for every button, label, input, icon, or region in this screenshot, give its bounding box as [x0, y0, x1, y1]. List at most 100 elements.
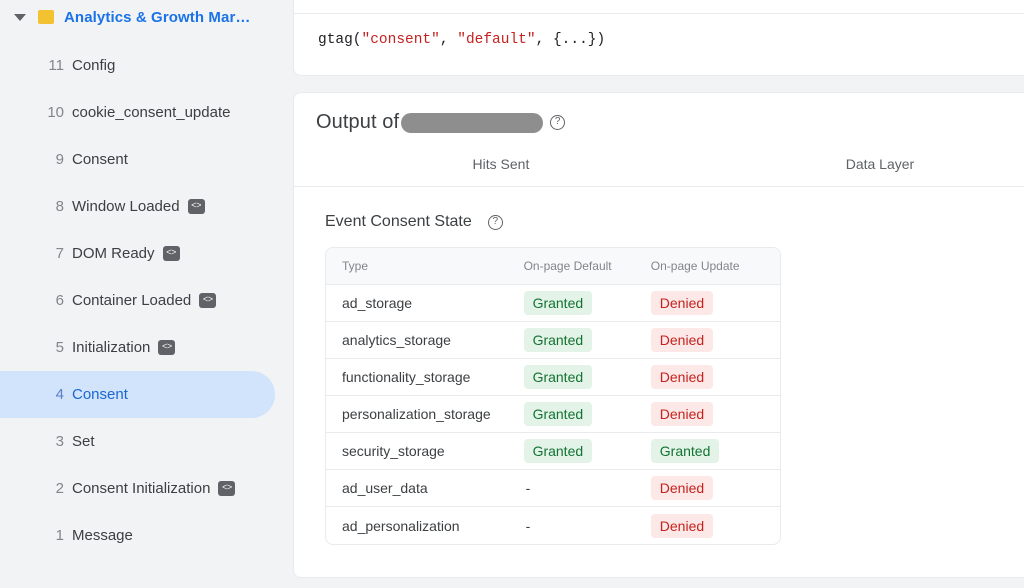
column-header-type: Type — [326, 248, 524, 285]
sidebar-item-container-loaded[interactable]: 6 Container Loaded <> — [0, 277, 290, 324]
status-badge: Granted — [524, 402, 593, 426]
event-consent-state-header: Event Consent State ? — [294, 187, 1024, 231]
cell-on-page-default: Granted — [524, 359, 651, 396]
cell-consent-type: ad_user_data — [326, 470, 524, 507]
column-header-on-page-default: On-page Default — [524, 248, 651, 285]
cell-on-page-default: - — [524, 470, 651, 507]
cell-on-page-update: Denied — [651, 396, 780, 433]
code-prefix: gtag( — [318, 32, 362, 48]
code-separator: , — [440, 32, 457, 48]
table-row: ad_storageGranted Denied — [326, 285, 780, 322]
container-header[interactable]: Analytics & Growth Mar… — [0, 0, 290, 34]
cell-on-page-default: Granted — [524, 322, 651, 359]
code-icon: <> — [218, 481, 235, 496]
output-card: Output of ? Hits Sent Data Layer Event C… — [293, 92, 1024, 578]
cell-on-page-default: Granted — [524, 396, 651, 433]
status-badge: Granted — [651, 439, 720, 463]
folder-icon — [38, 10, 54, 24]
step-number: 4 — [44, 386, 64, 403]
value-none: - — [524, 518, 531, 534]
step-label: DOM Ready — [72, 245, 155, 262]
step-number: 8 — [44, 198, 64, 215]
status-badge: Denied — [651, 402, 713, 426]
status-badge: Denied — [651, 365, 713, 389]
step-number: 6 — [44, 292, 64, 309]
step-label: Initialization — [72, 339, 150, 356]
step-label: cookie_consent_update — [72, 104, 230, 121]
cell-on-page-update: Denied — [651, 359, 780, 396]
step-label: Message — [72, 527, 133, 544]
code-icon: <> — [158, 340, 175, 355]
sidebar-item-cookie-consent-update[interactable]: 10cookie_consent_update — [0, 89, 290, 136]
step-label: Set — [72, 433, 95, 450]
cell-consent-type: personalization_storage — [326, 396, 524, 433]
consent-state-table: Type On-page Default On-page Update ad_s… — [325, 247, 781, 545]
cell-consent-type: analytics_storage — [326, 322, 524, 359]
sidebar-item-set[interactable]: 3 Set — [0, 418, 290, 465]
status-badge: Denied — [651, 476, 713, 500]
tab-data-layer[interactable]: Data Layer — [708, 146, 1024, 186]
value-none: - — [524, 480, 531, 496]
code-suffix: , {...}) — [536, 32, 606, 48]
cell-on-page-update: Denied — [651, 470, 780, 507]
help-icon[interactable]: ? — [488, 215, 503, 230]
step-label: Consent Initialization — [72, 480, 210, 497]
status-badge: Granted — [524, 291, 593, 315]
table-row: security_storageGrantedGranted — [326, 433, 780, 470]
step-number: 3 — [44, 433, 64, 450]
chevron-down-icon[interactable] — [14, 14, 26, 21]
column-header-on-page-update: On-page Update — [651, 248, 780, 285]
sidebar-item-initialization[interactable]: 5Initialization<> — [0, 324, 290, 371]
cell-consent-type: security_storage — [326, 433, 524, 470]
sidebar-item-dom-ready[interactable]: 7 DOM Ready <> — [0, 230, 290, 277]
cell-on-page-default: Granted — [524, 285, 651, 322]
step-number: 7 — [44, 245, 64, 262]
help-icon[interactable]: ? — [550, 115, 565, 130]
cell-on-page-update: Granted — [651, 433, 780, 470]
cell-consent-type: functionality_storage — [326, 359, 524, 396]
step-number: 1 — [44, 527, 64, 544]
sidebar-item-consent[interactable]: 9 Consent — [0, 136, 290, 183]
step-label: Consent — [72, 151, 128, 168]
step-label: Window Loaded — [72, 198, 180, 215]
status-badge: Granted — [524, 328, 593, 352]
cell-on-page-update: Denied — [651, 285, 780, 322]
sidebar-item-consent[interactable]: 4Consent — [0, 371, 275, 418]
step-number: 9 — [44, 151, 64, 168]
tab-hits-sent[interactable]: Hits Sent — [294, 146, 708, 186]
step-label: Config — [72, 57, 115, 74]
output-tabs: Hits Sent Data Layer — [294, 146, 1024, 187]
table-header: Type On-page Default On-page Update — [326, 248, 780, 285]
sidebar-item-message[interactable]: 1 Message — [0, 512, 290, 559]
step-number: 11 — [44, 57, 64, 74]
api-call-title: API Call — [294, 0, 1024, 13]
cell-on-page-update: Denied — [651, 507, 780, 544]
event-step-list: 11 Config 10cookie_consent_update 9 Consent 8… — [0, 42, 290, 559]
table-row: ad_user_data- Denied — [326, 470, 780, 507]
code-icon: <> — [199, 293, 216, 308]
code-icon: <> — [188, 199, 205, 214]
cell-consent-type: ad_storage — [326, 285, 524, 322]
output-header: Output of ? — [294, 93, 1024, 134]
sidebar-item-config[interactable]: 11 Config — [0, 42, 290, 89]
step-label: Container Loaded — [72, 292, 191, 309]
status-badge: Denied — [651, 328, 713, 352]
api-call-card: API Call gtag("consent", "default", {...… — [293, 0, 1024, 76]
cell-on-page-update: Denied — [651, 322, 780, 359]
debug-preview-window: Analytics & Growth Mar… 11 Config 10cookie… — [0, 0, 1024, 588]
container-name: Analytics & Growth Mar… — [64, 9, 251, 26]
table-header-row: Type On-page Default On-page Update — [326, 248, 780, 285]
api-call-code: gtag("consent", "default", {...}) — [294, 14, 1024, 66]
step-number: 2 — [44, 480, 64, 497]
code-icon: <> — [163, 246, 180, 261]
table-row: ad_personalization- Denied — [326, 507, 780, 544]
main-content: API Call gtag("consent", "default", {...… — [290, 0, 1024, 588]
section-title: Event Consent State — [325, 213, 472, 231]
table-body: ad_storageGrantedDeniedanalytics_storage… — [326, 285, 780, 544]
cell-consent-type: ad_personalization — [326, 507, 524, 544]
table-row: personalization_storageGranted Denied — [326, 396, 780, 433]
sidebar-item-window-loaded[interactable]: 8 Window Loaded <> — [0, 183, 290, 230]
sidebar-item-consent-initialization[interactable]: 2 Consent Initialization <> — [0, 465, 290, 512]
cell-on-page-default: - — [524, 507, 651, 544]
status-badge: Granted — [524, 365, 593, 389]
